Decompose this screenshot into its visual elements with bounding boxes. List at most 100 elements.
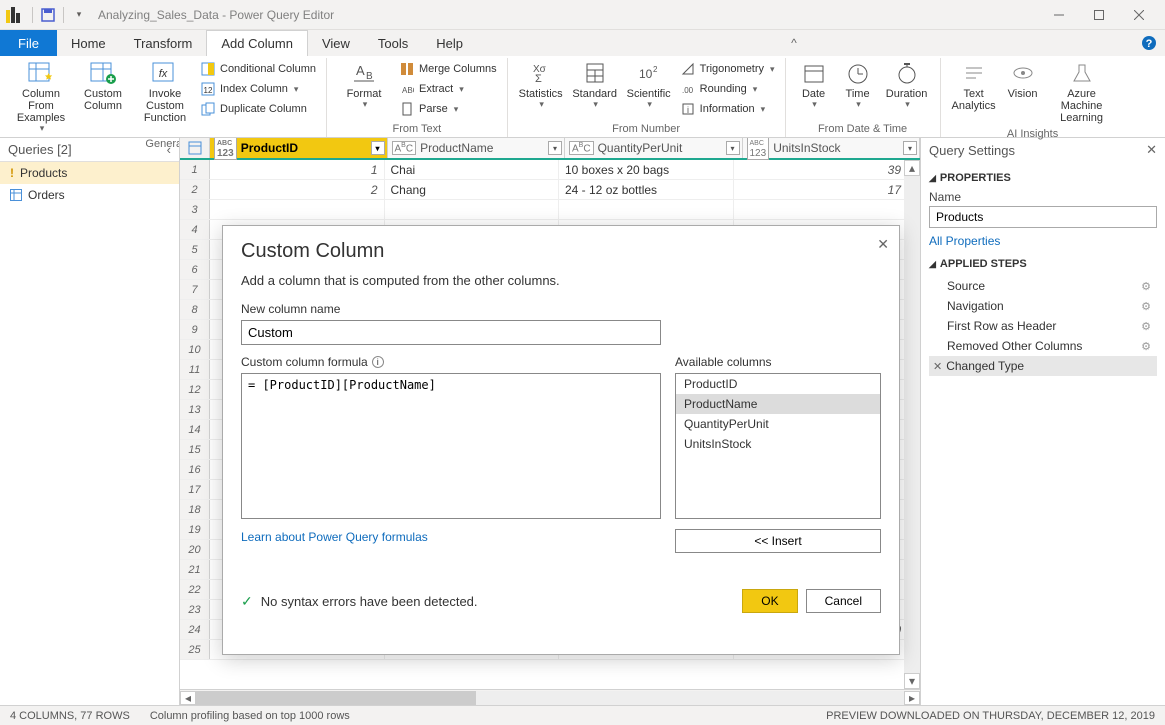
close-button[interactable]: [1119, 0, 1159, 30]
available-column-item[interactable]: ProductID: [676, 374, 880, 394]
query-item[interactable]: !Products: [0, 162, 179, 184]
trigonometry-button[interactable]: Trigonometry▾: [676, 60, 779, 78]
filter-dropdown-icon[interactable]: ▾: [371, 141, 385, 155]
extract-button[interactable]: ABCExtract▾: [395, 80, 501, 98]
applied-step[interactable]: Source⚙: [929, 276, 1157, 296]
cell[interactable]: 39: [734, 160, 921, 179]
info-icon[interactable]: i: [372, 356, 384, 368]
available-column-item[interactable]: QuantityPerUnit: [676, 414, 880, 434]
cell[interactable]: [559, 200, 734, 219]
column-header[interactable]: ABC123UnitsInStock▾: [743, 138, 921, 158]
duplicate-column-button[interactable]: Duplicate Column: [196, 100, 320, 118]
cell[interactable]: 2: [210, 180, 385, 199]
cell[interactable]: 24 - 12 oz bottles: [559, 180, 734, 199]
delete-step-icon[interactable]: ✕: [933, 360, 942, 373]
applied-step[interactable]: Removed Other Columns⚙: [929, 336, 1157, 356]
close-settings-icon[interactable]: ✕: [1146, 142, 1157, 158]
tab-help[interactable]: Help: [422, 30, 477, 56]
information-button[interactable]: iInformation▾: [676, 100, 779, 118]
tab-transform[interactable]: Transform: [120, 30, 207, 56]
date-button[interactable]: Date▾: [792, 58, 836, 112]
applied-steps-section[interactable]: ◢APPLIED STEPS: [929, 258, 1157, 270]
applied-step[interactable]: ✕Changed Type: [929, 356, 1157, 376]
collapse-icon[interactable]: ‹: [167, 142, 171, 157]
query-name-input[interactable]: [929, 206, 1157, 228]
gear-icon[interactable]: ⚙: [1141, 300, 1151, 313]
applied-step[interactable]: First Row as Header⚙: [929, 316, 1157, 336]
statistics-button[interactable]: XσΣ Statistics▾: [514, 58, 568, 112]
cell[interactable]: Chang: [385, 180, 560, 199]
applied-step[interactable]: Navigation⚙: [929, 296, 1157, 316]
cell[interactable]: Chai: [385, 160, 560, 179]
cell[interactable]: 10 boxes x 20 bags: [559, 160, 734, 179]
available-column-item[interactable]: ProductName: [676, 394, 880, 414]
filter-dropdown-icon[interactable]: ▾: [548, 141, 562, 155]
horizontal-scrollbar[interactable]: ◂ ▸: [180, 689, 920, 705]
all-properties-link[interactable]: All Properties: [929, 234, 1000, 248]
help-icon[interactable]: ?: [1141, 30, 1157, 56]
column-header[interactable]: ABC123ProductID▾: [210, 138, 388, 158]
azure-ml-button[interactable]: Azure Machine Learning: [1045, 58, 1119, 126]
gear-icon[interactable]: ⚙: [1141, 280, 1151, 293]
tab-home[interactable]: Home: [57, 30, 120, 56]
table-row[interactable]: 11Chai10 boxes x 20 bags39: [180, 160, 920, 180]
formula-input[interactable]: [241, 373, 661, 519]
properties-section[interactable]: ◢PROPERTIES: [929, 172, 1157, 184]
tab-view[interactable]: View: [308, 30, 364, 56]
cell[interactable]: [734, 200, 921, 219]
datatype-icon[interactable]: ABC123: [214, 138, 237, 160]
query-item[interactable]: Orders: [0, 184, 179, 206]
ribbon-collapse-icon[interactable]: ^: [791, 30, 797, 56]
scroll-down-icon[interactable]: ▾: [904, 673, 920, 689]
new-column-name-input[interactable]: [241, 320, 661, 345]
standard-button[interactable]: Standard▾: [568, 58, 622, 112]
table-row[interactable]: 22Chang24 - 12 oz bottles17: [180, 180, 920, 200]
cancel-button[interactable]: Cancel: [806, 589, 881, 613]
column-header[interactable]: ABCQuantityPerUnit▾: [565, 138, 743, 158]
time-button[interactable]: Time▾: [836, 58, 880, 112]
cell[interactable]: [210, 200, 385, 219]
custom-column-button[interactable]: Custom Column: [72, 58, 134, 114]
table-corner-icon[interactable]: [180, 138, 210, 158]
available-columns-list[interactable]: ProductIDProductNameQuantityPerUnitUnits…: [675, 373, 881, 519]
datatype-icon[interactable]: ABC: [392, 141, 417, 155]
cell[interactable]: 1: [210, 160, 385, 179]
index-column-button[interactable]: 12Index Column▾: [196, 80, 320, 98]
scroll-right-icon[interactable]: ▸: [904, 691, 920, 705]
ok-button[interactable]: OK: [742, 589, 797, 613]
gear-icon[interactable]: ⚙: [1141, 320, 1151, 333]
filter-dropdown-icon[interactable]: ▾: [726, 141, 740, 155]
dialog-close-icon[interactable]: ✕: [877, 236, 889, 253]
tab-file[interactable]: File: [0, 30, 57, 56]
column-from-examples-button[interactable]: Column From Examples▾: [10, 58, 72, 136]
tab-tools[interactable]: Tools: [364, 30, 422, 56]
tab-add-column[interactable]: Add Column: [206, 30, 308, 56]
rounding-button[interactable]: .00Rounding▾: [676, 80, 779, 98]
filter-dropdown-icon[interactable]: ▾: [903, 141, 917, 155]
scroll-up-icon[interactable]: ▴: [904, 160, 920, 176]
save-icon[interactable]: [37, 4, 59, 26]
datatype-icon[interactable]: ABC: [569, 141, 594, 155]
format-button[interactable]: AB Format▾: [333, 58, 395, 112]
gear-icon[interactable]: ⚙: [1141, 340, 1151, 353]
vision-button[interactable]: Vision: [1001, 58, 1045, 102]
invoke-custom-function-button[interactable]: fx Invoke Custom Function: [134, 58, 196, 126]
duration-button[interactable]: Duration▾: [880, 58, 934, 112]
column-header[interactable]: ABCProductName▾: [388, 138, 566, 158]
parse-button[interactable]: Parse▾: [395, 100, 501, 118]
maximize-button[interactable]: [1079, 0, 1119, 30]
conditional-column-button[interactable]: Conditional Column: [196, 60, 320, 78]
datatype-icon[interactable]: ABC123: [747, 138, 770, 160]
table-row[interactable]: 3: [180, 200, 920, 220]
cell[interactable]: 17: [734, 180, 921, 199]
text-analytics-button[interactable]: Text Analytics: [947, 58, 1001, 114]
scroll-left-icon[interactable]: ◂: [180, 691, 196, 705]
merge-columns-button[interactable]: Merge Columns: [395, 60, 501, 78]
scientific-button[interactable]: 102 Scientific▾: [622, 58, 676, 112]
cell[interactable]: [385, 200, 560, 219]
available-column-item[interactable]: UnitsInStock: [676, 434, 880, 454]
minimize-button[interactable]: [1039, 0, 1079, 30]
vertical-scrollbar[interactable]: ▴ ▾: [904, 160, 920, 689]
qat-dropdown-icon[interactable]: ▾: [68, 4, 90, 26]
insert-button[interactable]: << Insert: [675, 529, 881, 553]
